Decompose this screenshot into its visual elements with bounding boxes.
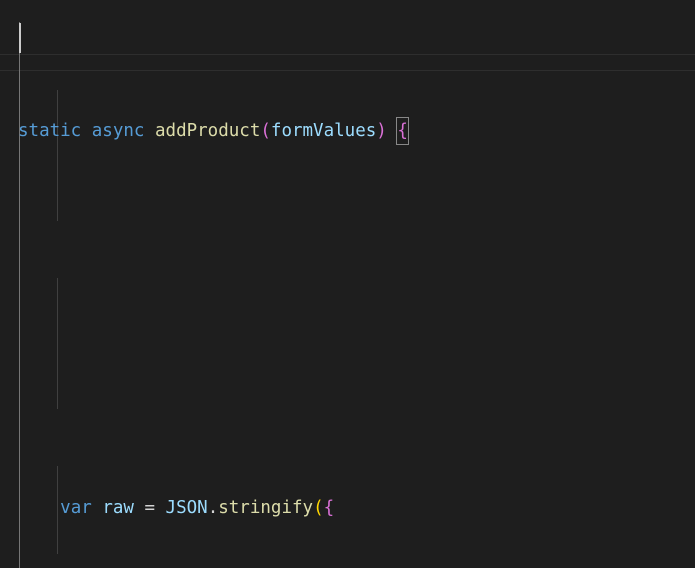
function-name-addproduct: addProduct [155,121,261,141]
code-line-signature[interactable]: static async addProduct(formValues) { [18,117,695,146]
keyword-static: static [18,121,82,141]
variable-raw: raw [102,498,134,518]
code-editor[interactable]: static async addProduct(formValues) { va… [0,0,695,568]
assignment-operator: = [133,498,166,518]
brace-open: { [323,498,335,518]
keyword-async: async [91,121,145,141]
paren-open: ( [260,121,271,141]
param-formvalues: formValues [270,121,377,141]
method-stringify: stringify [218,498,314,518]
paren-open: ( [313,498,324,518]
paren-close: ) [376,121,387,141]
code-line-var-raw[interactable]: var raw = JSON.stringify({ [18,494,695,523]
dot: . [207,498,219,518]
code-line-blank-2 [18,349,695,378]
object-json: JSON [165,498,208,518]
brace-open-matched: { [396,117,409,145]
code-line-blank-1 [18,262,695,291]
code-content[interactable]: static async addProduct(formValues) { va… [0,0,695,568]
keyword-var: var [60,498,92,518]
